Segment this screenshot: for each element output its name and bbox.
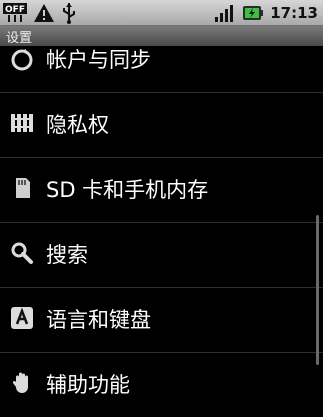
settings-item-sd-storage[interactable]: SD 卡和手机内存 xyxy=(0,158,323,222)
svg-text:OFF: OFF xyxy=(5,5,25,15)
settings-item-label: 搜索 xyxy=(46,243,88,267)
signal-icon xyxy=(215,4,234,22)
settings-item-language-keyboard[interactable]: 语言和键盘 xyxy=(0,288,323,352)
accessibility-icon xyxy=(12,372,28,393)
settings-item-accessibility[interactable]: 辅助功能 xyxy=(0,353,323,417)
status-bar: OFF 17:13 xyxy=(0,0,323,26)
settings-item-label: SD 卡和手机内存 xyxy=(46,178,209,202)
settings-item-search[interactable]: 搜索 xyxy=(0,223,323,287)
settings-item-label: 帐户与同步 xyxy=(46,48,151,72)
search-icon xyxy=(11,242,33,264)
usb-off-icon: OFF xyxy=(3,2,27,22)
scrollbar[interactable] xyxy=(316,215,319,365)
battery-icon xyxy=(243,5,264,20)
warning-icon xyxy=(34,3,54,22)
settings-item-label: 辅助功能 xyxy=(46,373,130,397)
keyboard-icon xyxy=(11,307,33,329)
settings-item-label: 隐私权 xyxy=(46,113,109,137)
privacy-icon xyxy=(11,114,33,132)
settings-item-label: 语言和键盘 xyxy=(46,308,151,332)
sd-card-icon xyxy=(16,178,30,198)
clock: 17:13 xyxy=(270,3,318,22)
usb-icon xyxy=(63,2,75,24)
sync-icon xyxy=(11,49,33,71)
settings-item-accounts-sync[interactable]: 帐户与同步 xyxy=(0,28,323,92)
settings-item-privacy[interactable]: 隐私权 xyxy=(0,93,323,157)
